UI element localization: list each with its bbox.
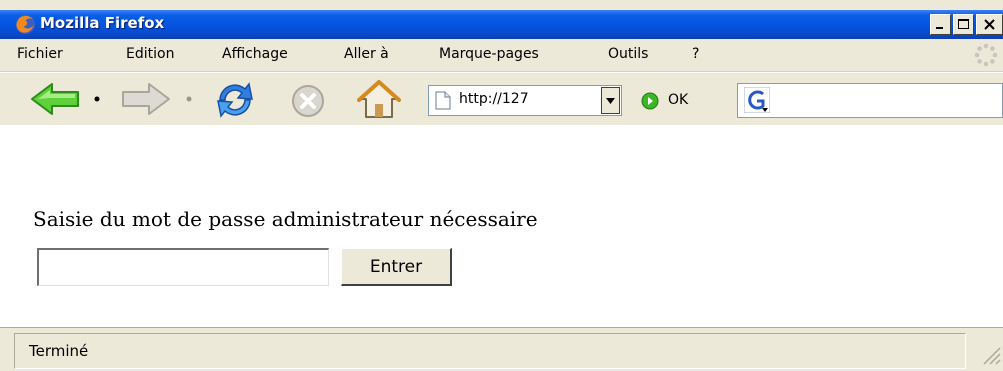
menu-aller-a[interactable]: Aller à: [344, 46, 389, 62]
status-panel: Terminé: [14, 333, 966, 369]
menu-marque-pages[interactable]: Marque-pages: [439, 46, 539, 62]
firefox-logo-icon: [15, 14, 36, 35]
back-arrow-icon[interactable]: [30, 82, 82, 116]
url-bar[interactable]: http://127: [428, 85, 622, 116]
go-button-label[interactable]: OK: [668, 92, 688, 108]
back-history-dropdown-icon[interactable]: [92, 95, 102, 103]
password-prompt-text: Saisie du mot de passe administrateur né…: [33, 207, 538, 231]
minimize-button[interactable]: [930, 14, 951, 35]
menu-bar: Fichier Edition Affichage Aller à Marque…: [0, 39, 1003, 72]
minimize-icon: [936, 27, 943, 29]
title-bar[interactable]: Mozilla Firefox: [0, 10, 1003, 39]
menu-aide[interactable]: ?: [692, 46, 699, 62]
close-button[interactable]: [976, 14, 1003, 35]
forward-arrow-icon[interactable]: [119, 82, 171, 116]
stop-icon[interactable]: [290, 83, 326, 119]
google-icon[interactable]: [744, 87, 770, 113]
resize-grip-icon[interactable]: [978, 342, 1002, 366]
password-input[interactable]: [37, 248, 329, 286]
home-icon[interactable]: [357, 79, 401, 121]
menu-edition[interactable]: Edition: [126, 46, 174, 62]
chevron-down-icon: [606, 98, 615, 104]
forward-history-dropdown-icon[interactable]: [184, 95, 194, 103]
browser-window: Mozilla Firefox Fichier Edition Affichag…: [0, 0, 1003, 371]
maximize-button[interactable]: [953, 14, 974, 35]
page-icon: [435, 91, 451, 110]
reload-icon[interactable]: [212, 78, 258, 122]
search-bar[interactable]: [737, 83, 1003, 118]
menu-fichier[interactable]: Fichier: [17, 46, 63, 62]
menu-affichage[interactable]: Affichage: [222, 46, 288, 62]
close-icon: [984, 19, 995, 30]
status-text: Terminé: [29, 342, 89, 360]
window-title: Mozilla Firefox: [40, 14, 165, 32]
enter-button[interactable]: Entrer: [341, 248, 452, 286]
url-history-dropdown[interactable]: [601, 87, 620, 114]
page-content: Saisie du mot de passe administrateur né…: [0, 125, 1003, 327]
status-bar: Terminé: [0, 327, 1003, 371]
throbber-icon: [974, 43, 998, 67]
menu-outils[interactable]: Outils: [608, 46, 648, 62]
navigation-toolbar: http://127 OK: [0, 72, 1003, 126]
go-arrow-icon[interactable]: [641, 92, 659, 110]
maximize-icon: [958, 19, 969, 29]
url-text[interactable]: http://127: [459, 91, 529, 107]
